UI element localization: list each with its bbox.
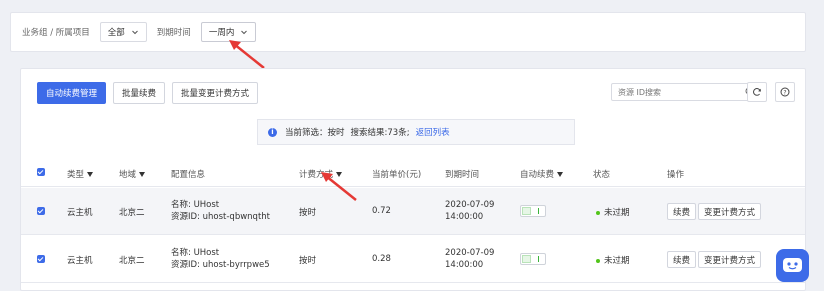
project-select-value: 全部 [107,28,125,38]
cell-resource-id: 资源ID: uhost-qbwnqtht [171,212,270,222]
cell-expire: 2020-07-09 14:00:00 [445,199,494,223]
header-billing[interactable]: 计费方式 [299,168,343,180]
resource-search [611,83,761,101]
cell-type: 云主机 [67,208,93,218]
cell-expire-date: 2020-07-09 [445,200,495,210]
table-header: 类型 地域 配置信息 计费方式 当前单价(元) 到期时间 自动续费 状态 操作 [21,157,805,187]
filter-icon[interactable] [336,172,343,177]
header-auto-renew-label: 自动续费 [520,170,555,180]
project-select[interactable]: 全部 [99,22,147,42]
batch-renew-button[interactable]: 批量续费 [113,82,166,104]
header-expire: 到期时间 [445,170,480,180]
notice-filter-value: 按时 [327,128,345,138]
cell-name: 名称: UHost [171,200,220,210]
filter-bar: 业务组 / 所属项目 全部 到期时间 一周内 [10,12,806,52]
batch-change-billing-button[interactable]: 批量变更计费方式 [172,82,259,104]
cell-status: 未过期 [596,206,630,218]
filter-notice: i 当前筛选： 按时 搜索结果:73条; 返回列表 [257,119,575,145]
header-actions: 操作 [667,170,685,180]
cell-name: 名称: UHost [171,248,220,258]
notice-prefix: 当前筛选： [285,128,328,138]
info-icon: i [268,127,277,137]
expire-select-value: 一周内 [208,28,235,38]
notice-results: 搜索结果:73条; [350,128,410,138]
table-row: 云主机 北京二 名称: UHost 资源ID: uhost-byrrpwe5 按… [21,236,805,283]
cell-config: 名称: UHost 资源ID: uhost-qbwnqtht [171,199,270,223]
chevron-down-icon [241,30,248,35]
header-status: 状态 [593,170,611,180]
help-icon: ? [780,87,790,97]
cell-status-label: 未过期 [604,256,630,266]
cell-expire: 2020-07-09 14:00:00 [445,247,494,271]
robot-icon [783,258,802,272]
renew-button[interactable]: 续费 [667,203,697,220]
select-all-checkbox[interactable] [37,168,45,176]
cell-billing: 按时 [299,256,317,266]
cell-type: 云主机 [67,256,93,266]
expire-select[interactable]: 一周内 [200,22,257,42]
cell-expire-time: 14:00:00 [445,212,484,222]
header-region[interactable]: 地域 [119,168,146,180]
status-dot-icon [596,210,600,215]
status-dot-icon [596,258,600,263]
filter-icon[interactable] [87,172,94,177]
header-auto-renew[interactable]: 自动续费 [520,168,564,180]
auto-renew-manage-button[interactable]: 自动续费管理 [37,82,107,104]
cell-region: 北京二 [119,208,145,218]
filter-icon[interactable] [557,172,564,177]
project-filter-label: 业务组 / 所属项目 [22,28,90,38]
chevron-down-icon [131,30,138,35]
expire-filter-label: 到期时间 [156,28,191,38]
toolbar: 自动续费管理 批量续费 批量变更计费方式 [37,82,259,104]
cell-resource-id: 资源ID: uhost-byrrpwe5 [171,260,270,270]
chat-bot-button[interactable] [776,249,809,282]
cell-config: 名称: UHost 资源ID: uhost-byrrpwe5 [171,247,270,271]
change-billing-button[interactable]: 变更计费方式 [698,251,762,268]
filter-icon[interactable] [139,172,146,177]
auto-renew-toggle[interactable] [520,253,546,265]
svg-text:?: ? [783,89,786,96]
header-type-label: 类型 [67,170,85,180]
cell-expire-time: 14:00:00 [445,260,484,270]
search-input[interactable] [618,87,738,97]
header-config: 配置信息 [171,170,206,180]
row-checkbox[interactable] [37,207,45,215]
cell-region: 北京二 [119,256,145,266]
table-row: 云主机 北京二 名称: UHost 资源ID: uhost-qbwnqtht 按… [21,188,805,235]
renew-button[interactable]: 续费 [667,251,697,268]
refresh-button[interactable] [747,82,767,102]
header-billing-label: 计费方式 [299,170,334,180]
header-unit-price: 当前单价(元) [372,170,422,180]
cell-status-label: 未过期 [604,208,630,218]
back-to-list-link[interactable]: 返回列表 [416,126,450,138]
cell-billing: 按时 [299,208,317,218]
refresh-icon [753,88,761,96]
resource-panel: 自动续费管理 批量续费 批量变更计费方式 ? i 当前筛选： 按时 搜索结果:7… [20,68,806,291]
auto-renew-toggle[interactable] [520,205,546,217]
cell-unit-price: 0.72 [372,206,391,216]
cell-expire-date: 2020-07-09 [445,248,495,258]
cell-unit-price: 0.28 [372,254,391,264]
header-region-label: 地域 [119,170,137,180]
cell-status: 未过期 [596,254,630,266]
header-type[interactable]: 类型 [67,168,94,180]
change-billing-button[interactable]: 变更计费方式 [698,203,762,220]
row-checkbox[interactable] [37,255,45,263]
help-button[interactable]: ? [775,82,795,102]
